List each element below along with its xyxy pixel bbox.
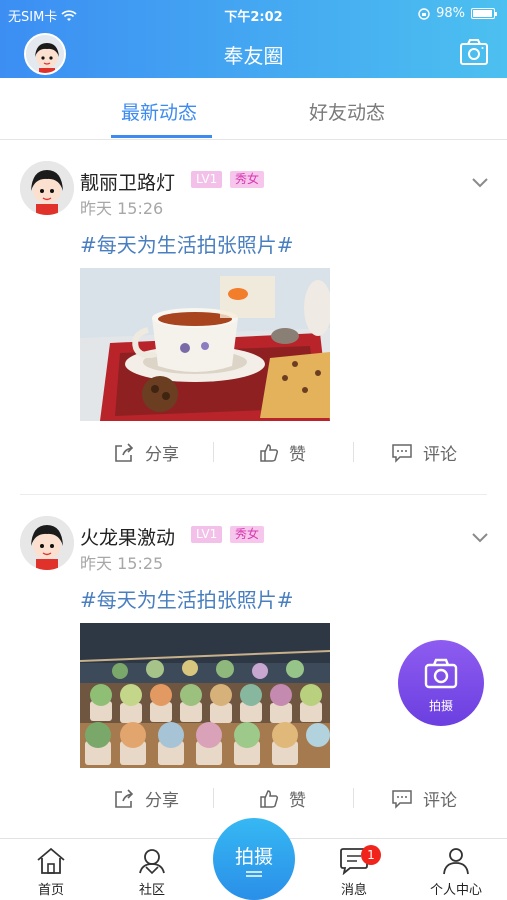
nav-community-label: 社区 (138, 883, 165, 898)
like-button[interactable]: 赞 (259, 440, 306, 465)
page-title: 奉友圈 (223, 44, 284, 68)
tea-cup-image (80, 268, 330, 421)
tag-badge: 秀女 (230, 526, 265, 543)
nav-messages[interactable]: 消息 (314, 847, 394, 898)
nav-messages-label: 消息 (340, 883, 367, 898)
shoot-label: 拍摄 (234, 846, 273, 868)
status-bar: 无SIM卡 下午2:02 98% (0, 0, 507, 28)
divider (353, 788, 354, 808)
nav-community[interactable]: 社区 (112, 847, 192, 898)
post-avatar[interactable] (20, 161, 74, 215)
orientation-lock-icon (418, 7, 430, 20)
camera-icon (424, 658, 458, 689)
post-time: 昨天 15:25 (80, 554, 164, 573)
divider (353, 442, 354, 462)
comment-button[interactable]: 评论 (391, 440, 457, 465)
thumbs-up-icon (260, 789, 279, 808)
chevron-down-icon[interactable] (471, 177, 489, 189)
top-bar: 无SIM卡 下午2:02 98% 奉友圈 (0, 0, 507, 78)
post-photo-tea[interactable] (80, 268, 330, 421)
comment-label: 评论 (423, 791, 457, 811)
nav-home-label: 首页 (37, 883, 64, 898)
fab-label: 拍摄 (428, 699, 453, 713)
share-icon (115, 788, 134, 808)
comment-label: 评论 (423, 445, 457, 465)
post-time: 昨天 15:26 (80, 199, 164, 218)
share-icon (115, 442, 134, 462)
floating-shoot-button[interactable]: 拍摄 (398, 640, 484, 726)
post-topic[interactable]: #每天为生活拍张照片# (80, 584, 294, 613)
tab-latest[interactable]: 最新动态 (121, 98, 197, 125)
share-button[interactable]: 分享 (113, 786, 179, 811)
feed-tabs: 最新动态 好友动态 (0, 78, 507, 140)
like-label: 赞 (289, 445, 306, 465)
home-icon (37, 847, 65, 874)
avatar-illustration (20, 516, 74, 570)
shoot-button[interactable]: 拍摄 (213, 818, 295, 900)
post-username[interactable]: 靓丽卫路灯 (80, 168, 175, 195)
shoot-decoration (246, 875, 262, 877)
like-label: 赞 (289, 791, 306, 811)
message-count-badge: 1 (361, 845, 381, 865)
post-username[interactable]: 火龙果激动 (80, 523, 175, 550)
divider (213, 788, 214, 808)
level-badge: LV1 (191, 526, 223, 543)
tab-friends[interactable]: 好友动态 (309, 98, 385, 125)
community-icon (139, 849, 165, 875)
post-photo-succulents[interactable] (80, 623, 330, 776)
battery-percent: 98% (436, 6, 465, 21)
avatar-illustration (20, 161, 74, 215)
thumbs-up-icon (260, 443, 279, 462)
camera-icon[interactable] (459, 38, 489, 66)
nav-profile-label: 个人中心 (429, 883, 482, 898)
level-badge: LV1 (191, 171, 223, 188)
tag-badge: 秀女 (230, 171, 265, 188)
divider (213, 442, 214, 462)
post-actions: 分享 赞 评论 (0, 440, 507, 465)
post-card: 靓丽卫路灯 LV1 秀女 昨天 15:26 #每天为生活拍张照片# 分享 赞 评… (0, 140, 507, 496)
nav-home[interactable]: 首页 (11, 847, 91, 898)
comment-icon (392, 443, 412, 463)
person-icon (443, 848, 469, 875)
chevron-down-icon[interactable] (471, 532, 489, 544)
post-actions: 分享 赞 评论 (0, 786, 507, 811)
nav-bar: 奉友圈 (0, 28, 507, 78)
comment-icon (392, 789, 412, 809)
nav-profile[interactable]: 个人中心 (416, 847, 496, 898)
like-button[interactable]: 赞 (259, 786, 306, 811)
post-avatar[interactable] (20, 516, 74, 570)
comment-button[interactable]: 评论 (391, 786, 457, 811)
share-label: 分享 (145, 445, 179, 465)
share-button[interactable]: 分享 (113, 440, 179, 465)
succulents-image (80, 623, 330, 768)
active-tab-indicator (111, 135, 212, 138)
post-topic[interactable]: #每天为生活拍张照片# (80, 229, 294, 258)
shoot-decoration (246, 871, 262, 873)
battery-icon (471, 8, 497, 19)
share-label: 分享 (145, 791, 179, 811)
